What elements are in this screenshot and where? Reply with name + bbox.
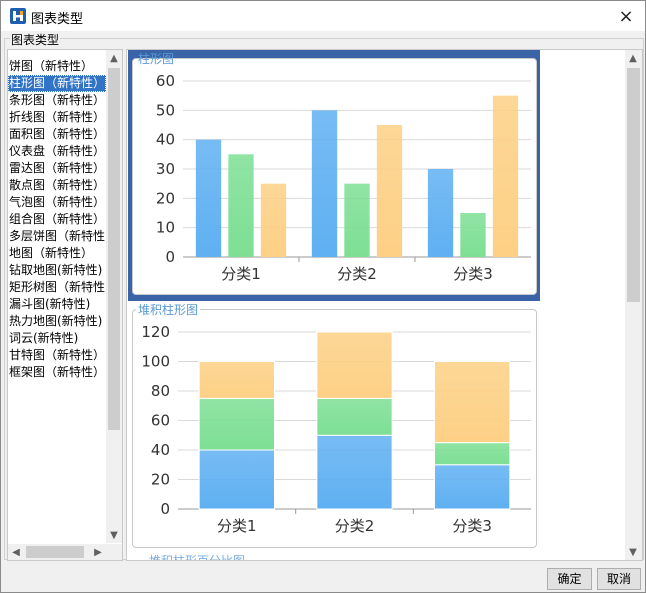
stacked-bar-segment — [434, 442, 511, 466]
bar — [460, 213, 486, 257]
stacked-column-chart: 0 20 40 60 80 100 120 分类1 分类2 分类3 — [141, 323, 531, 535]
card-title-stacked: 堆积柱形图 — [136, 301, 201, 318]
y-tick-label: 50 — [156, 101, 175, 119]
y-tick-label: 120 — [141, 323, 170, 341]
x-tick-label: 分类1 — [217, 517, 257, 535]
y-tick-label: 0 — [165, 248, 175, 266]
preview-vertical-scrollbar[interactable]: ▲ ▼ — [625, 50, 642, 560]
stacked-bar-segment — [316, 331, 393, 399]
preview-scroll-up-icon[interactable]: ▲ — [625, 50, 641, 66]
bar — [492, 95, 519, 257]
bar — [260, 183, 287, 257]
preview-scroll-thumb[interactable] — [627, 68, 640, 302]
y-tick-label: 20 — [151, 471, 170, 489]
title-bar: 图表类型 × — [1, 1, 645, 31]
chart-preview-panel: 0 10 20 30 40 50 60 分类1 分类2 分类3 柱形图 0 20 40 60 80 100 1… — [126, 49, 643, 561]
card-title-column: 柱形图 — [138, 52, 175, 66]
chart-type-item[interactable]: 甘特图（新特性） — [8, 347, 106, 364]
chart-type-item[interactable]: 词云(新特性) — [8, 330, 106, 347]
y-tick-label: 60 — [151, 412, 170, 430]
stacked-bar-segment — [198, 449, 275, 510]
y-tick-label: 40 — [156, 131, 175, 149]
x-tick-label: 分类3 — [453, 265, 493, 283]
preview-scroll-down-icon[interactable]: ▼ — [625, 544, 641, 560]
chart-type-item[interactable]: 雷达图（新特性） — [8, 160, 106, 177]
chart-type-item[interactable]: 漏斗图(新特性) — [8, 296, 106, 313]
chart-type-item[interactable]: 面积图（新特性） — [8, 126, 106, 143]
ok-button[interactable]: 确定 — [547, 568, 592, 590]
chart-type-item[interactable]: 矩形树图（新特性 — [8, 279, 106, 296]
bar — [376, 125, 403, 257]
chart-type-item[interactable]: 柱形图（新特性） — [8, 75, 106, 92]
list-vertical-scrollbar[interactable]: ▲ ▼ — [106, 50, 122, 543]
y-tick-label: 0 — [160, 500, 170, 518]
y-tick-label: 100 — [141, 353, 170, 371]
x-tick-label: 分类2 — [337, 265, 377, 283]
bar — [228, 154, 254, 257]
x-tick-label: 分类2 — [335, 517, 375, 535]
x-tick-label: 分类1 — [221, 265, 261, 283]
chart-type-item[interactable]: 多层饼图（新特性 — [8, 228, 106, 245]
cancel-button[interactable]: 取消 — [597, 568, 641, 590]
chart-card-column[interactable]: 0 10 20 30 40 50 60 分类1 分类2 分类3 — [132, 58, 537, 295]
stacked-bar-segment — [316, 434, 393, 510]
list-horizontal-scrollbar[interactable]: ◀ ▶ — [8, 544, 122, 560]
chart-type-item[interactable]: 仪表盘（新特性） — [8, 143, 106, 160]
app-logo-icon — [10, 8, 26, 24]
stacked-bar-segment — [434, 361, 511, 444]
bar — [311, 110, 338, 257]
chart-type-item[interactable]: 气泡图（新特性） — [8, 194, 106, 211]
chart-type-item[interactable]: 饼图（新特性） — [8, 58, 106, 75]
group-title: 图表类型 — [10, 31, 61, 48]
chart-card-stacked[interactable]: 0 20 40 60 80 100 120 分类1 分类2 分类3 — [132, 309, 537, 548]
dialog-window: 图表类型 × 图表类型 饼图（新特性） 柱形图（新特性） 条形图（新特性） 折线图（新… — [0, 0, 646, 593]
scroll-right-icon[interactable]: ▶ — [90, 544, 106, 560]
stacked-bar-segment — [316, 397, 393, 436]
bar — [344, 183, 370, 257]
window-title: 图表类型 — [31, 12, 84, 27]
scroll-left-icon[interactable]: ◀ — [8, 544, 24, 560]
list-hscroll-thumb[interactable] — [26, 546, 84, 558]
stacked-bar-segment — [198, 397, 275, 451]
chart-type-item[interactable]: 框架图（新特性） — [8, 364, 106, 381]
chart-type-item[interactable]: 散点图（新特性） — [8, 177, 106, 194]
close-button[interactable]: × — [615, 5, 637, 27]
chart-type-item[interactable]: 折线图（新特性） — [8, 109, 106, 126]
chart-type-item[interactable]: 组合图（新特性） — [8, 211, 106, 228]
close-icon: × — [618, 5, 634, 27]
bar — [427, 169, 454, 257]
scroll-up-icon[interactable]: ▲ — [106, 50, 122, 66]
chart-type-item[interactable]: 热力地图(新特性) — [8, 313, 106, 330]
y-tick-label: 20 — [156, 189, 175, 207]
y-tick-label: 30 — [156, 160, 175, 178]
chart-type-item[interactable]: 条形图（新特性） — [8, 92, 106, 109]
card-title-stacked-percent: 堆积柱形百分比图 — [147, 552, 248, 560]
y-tick-label: 10 — [156, 219, 175, 237]
y-tick-label: 40 — [151, 441, 170, 459]
column-chart: 0 10 20 30 40 50 60 分类1 分类2 分类3 — [156, 72, 531, 283]
chart-type-list[interactable]: 饼图（新特性） 柱形图（新特性） 条形图（新特性） 折线图（新特性） 面积图（新特性）仪… — [7, 49, 123, 561]
bar — [195, 139, 222, 257]
y-tick-label: 80 — [151, 382, 170, 400]
stacked-bar-segment — [198, 361, 275, 399]
chart-type-item[interactable]: 地图（新特性） — [8, 245, 106, 262]
y-tick-label: 60 — [156, 72, 175, 90]
list-scroll-thumb[interactable] — [108, 68, 120, 430]
chart-type-item[interactable]: 钻取地图(新特性) — [8, 262, 106, 279]
stacked-bar-segment — [434, 464, 511, 510]
x-tick-label: 分类3 — [452, 517, 492, 535]
scroll-down-icon[interactable]: ▼ — [106, 527, 122, 543]
